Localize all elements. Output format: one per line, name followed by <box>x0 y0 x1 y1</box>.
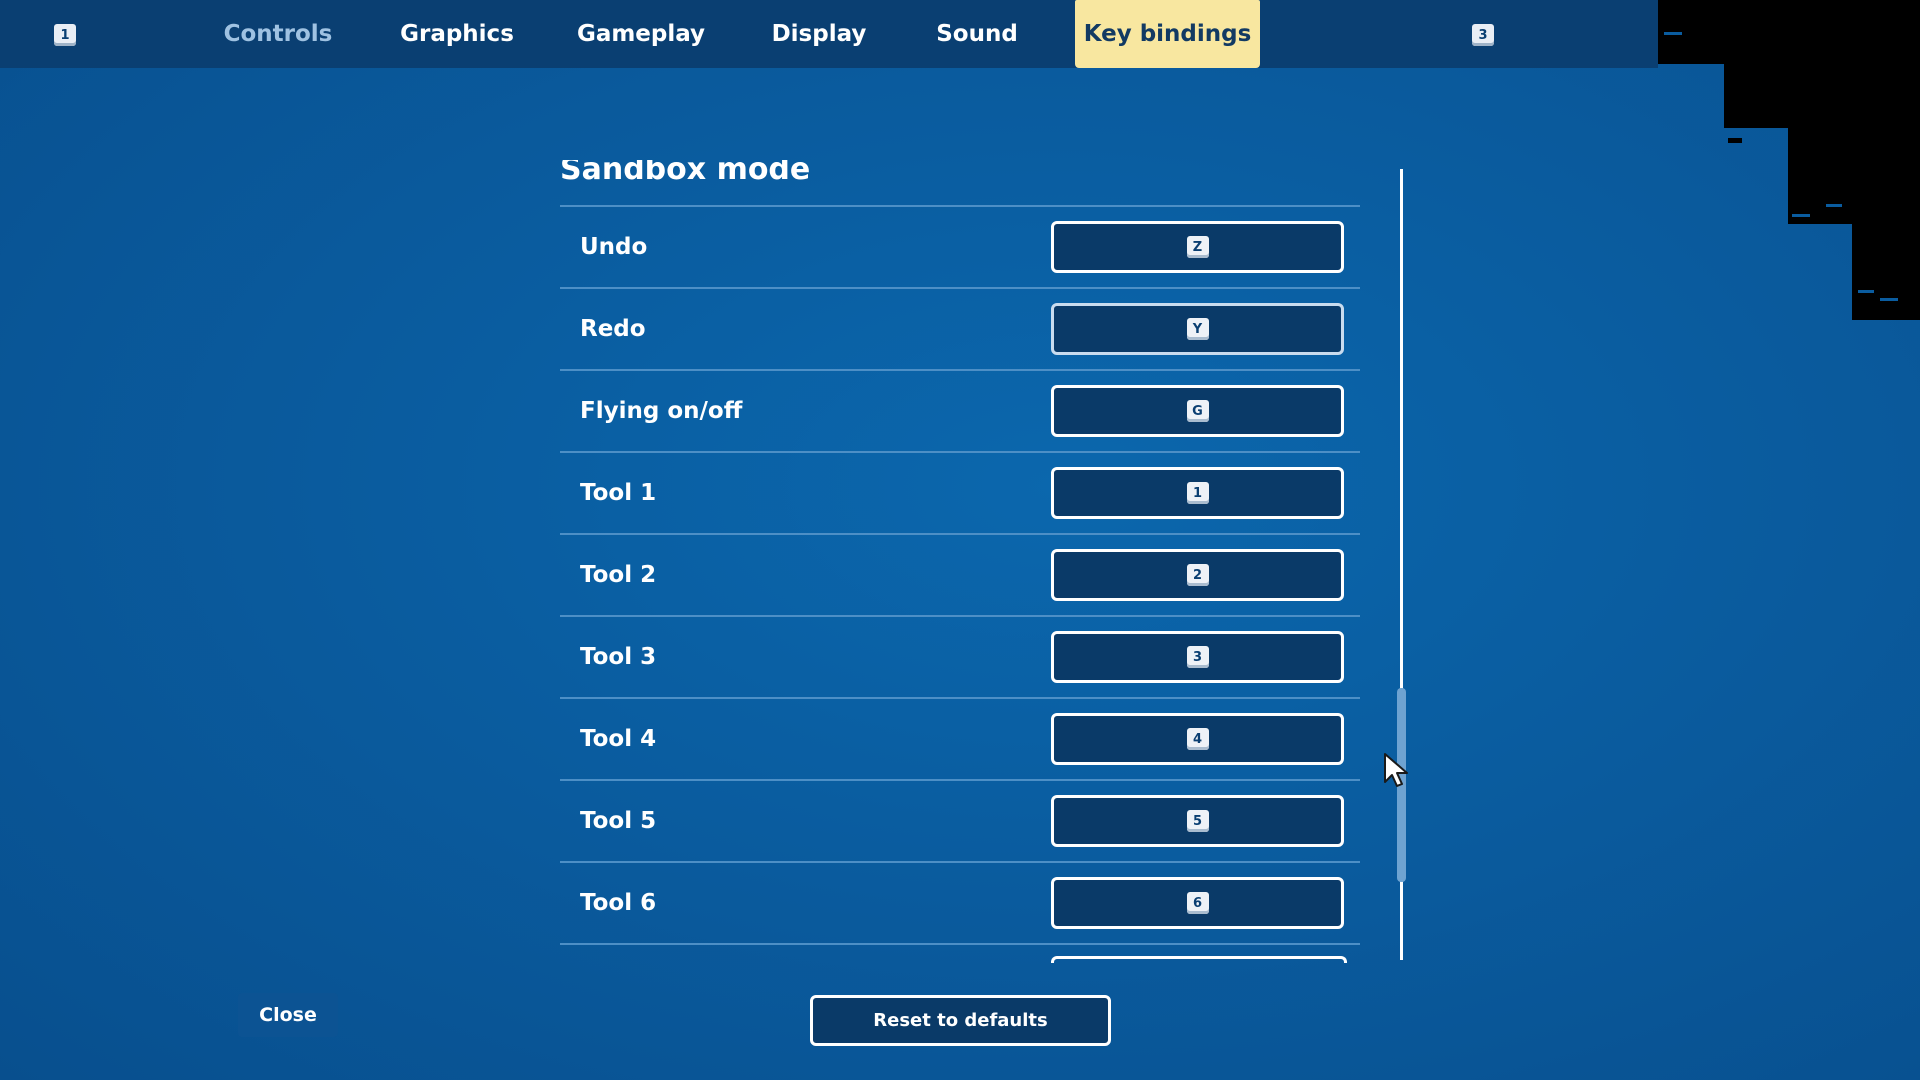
key-binding-button-tool-6[interactable]: 6 <box>1051 877 1344 929</box>
keycap: 6 <box>1186 892 1209 914</box>
binding-row-tool-3: Tool 3 3 <box>560 617 1360 699</box>
key-binding-button-tool-1[interactable]: 1 <box>1051 467 1344 519</box>
render-artifact <box>1792 214 1810 217</box>
binding-action-label: Tool 4 <box>580 726 657 752</box>
keycap: 3 <box>1186 646 1209 668</box>
reset-to-defaults-button[interactable]: Reset to defaults <box>810 995 1111 1046</box>
tab-gameplay[interactable]: Gameplay <box>570 0 712 68</box>
settings-tab-bar: 1 Controls Graphics Gameplay Display Sou… <box>0 0 1658 68</box>
tab-sound[interactable]: Sound <box>918 0 1036 68</box>
key-bindings-list: Sandbox mode Undo Z Redo Y Flying on/off… <box>560 160 1360 960</box>
binding-row-tool-5: Tool 5 5 <box>560 781 1360 863</box>
keycap: 1 <box>1186 482 1209 504</box>
tab-graphics[interactable]: Graphics <box>392 0 522 68</box>
binding-action-label: Tool 1 <box>580 480 657 506</box>
binding-action-label: Tool 2 <box>580 562 657 588</box>
close-button[interactable]: Close <box>238 993 338 1037</box>
next-tab-hotkey-badge: 3 <box>1472 24 1494 46</box>
keycap: G <box>1186 400 1209 422</box>
keycap: 4 <box>1186 728 1209 750</box>
prev-tab-hotkey-badge: 1 <box>54 24 76 46</box>
key-binding-button-next-partial[interactable] <box>1051 956 1347 963</box>
render-artifact <box>1664 32 1682 35</box>
key-binding-button-tool-2[interactable]: 2 <box>1051 549 1344 601</box>
render-artifact <box>1724 64 1920 128</box>
binding-row-undo: Undo Z <box>560 207 1360 289</box>
render-artifact <box>1658 0 1920 64</box>
key-binding-button-flying[interactable]: G <box>1051 385 1344 437</box>
binding-action-label: Tool 5 <box>580 808 657 834</box>
binding-rows: Undo Z Redo Y Flying on/off G Tool 1 1 T… <box>560 207 1360 945</box>
keycap: 2 <box>1186 564 1209 586</box>
tab-controls[interactable]: Controls <box>218 0 338 68</box>
binding-action-label: Undo <box>580 234 648 260</box>
binding-action-label: Tool 3 <box>580 644 657 670</box>
key-binding-button-redo[interactable]: Y <box>1051 303 1344 355</box>
key-binding-button-undo[interactable]: Z <box>1051 221 1344 273</box>
render-artifact <box>1858 290 1874 293</box>
binding-row-redo: Redo Y <box>560 289 1360 371</box>
keycap: Z <box>1186 236 1209 258</box>
binding-row-tool-1: Tool 1 1 <box>560 453 1360 535</box>
keycap: 5 <box>1186 810 1209 832</box>
binding-action-label: Redo <box>580 316 646 342</box>
key-binding-button-tool-4[interactable]: 4 <box>1051 713 1344 765</box>
mouse-cursor-icon <box>1384 753 1408 787</box>
tab-key-bindings[interactable]: Key bindings <box>1075 0 1260 68</box>
binding-row-tool-4: Tool 4 4 <box>560 699 1360 781</box>
key-binding-button-tool-5[interactable]: 5 <box>1051 795 1344 847</box>
render-artifact <box>1826 204 1842 207</box>
tab-display[interactable]: Display <box>762 0 876 68</box>
binding-row-tool-6: Tool 6 6 <box>560 863 1360 945</box>
render-artifact <box>1788 128 1920 224</box>
binding-row-flying: Flying on/off G <box>560 371 1360 453</box>
binding-action-label: Flying on/off <box>580 398 743 424</box>
keycap: Y <box>1186 318 1209 340</box>
section-heading: Sandbox mode <box>560 160 811 187</box>
render-artifact <box>1852 224 1920 320</box>
binding-action-label: Tool 6 <box>580 890 657 916</box>
render-artifact <box>1880 298 1898 301</box>
render-artifact <box>1728 138 1742 143</box>
key-binding-button-tool-3[interactable]: 3 <box>1051 631 1344 683</box>
binding-row-tool-2: Tool 2 2 <box>560 535 1360 617</box>
